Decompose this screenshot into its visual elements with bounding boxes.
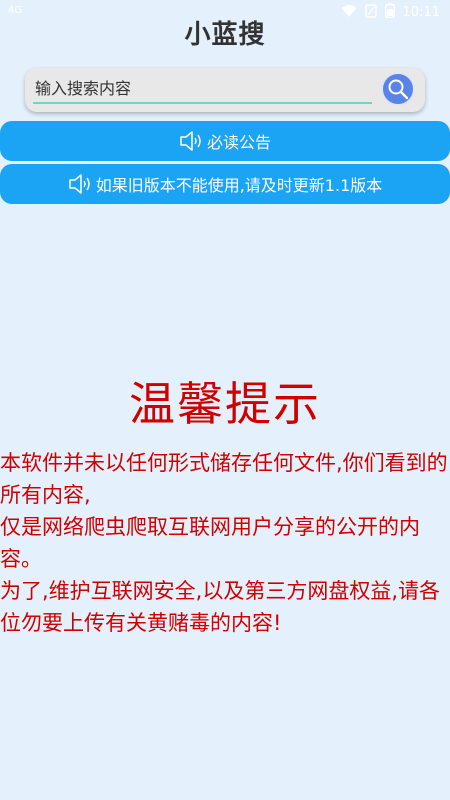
speaker-icon xyxy=(68,173,94,195)
search-button[interactable] xyxy=(381,72,415,106)
tip-title: 温馨提示 xyxy=(129,377,321,431)
tip-paragraph: 为了,维护互联网安全,以及第三方网盘权益,请各位勿要上传有关黄赌毒的内容! xyxy=(0,579,441,635)
app-title: 小蓝搜 xyxy=(184,20,266,50)
speaker-icon xyxy=(179,130,205,152)
tip-paragraph: 本软件并未以任何形式储存任何文件,你们看到的所有内容, xyxy=(0,451,448,507)
tip-text: 本软件并未以任何形式储存任何文件,你们看到的所有内容, 仅是网络爬虫爬取互联网用… xyxy=(0,447,450,639)
search-icon xyxy=(387,78,409,100)
notice-text: 必读公告 xyxy=(206,133,271,152)
search-input[interactable] xyxy=(33,74,372,104)
notice-must-read[interactable]: 必读公告 xyxy=(0,121,450,161)
notice-text: 如果旧版本不能使用,请及时更新1.1版本 xyxy=(95,176,383,195)
search-bar xyxy=(25,68,425,112)
tip-paragraph: 仅是网络爬虫爬取互联网用户分享的公开的内容。 xyxy=(0,515,420,571)
notice-update[interactable]: 如果旧版本不能使用,请及时更新1.1版本 xyxy=(0,164,450,204)
